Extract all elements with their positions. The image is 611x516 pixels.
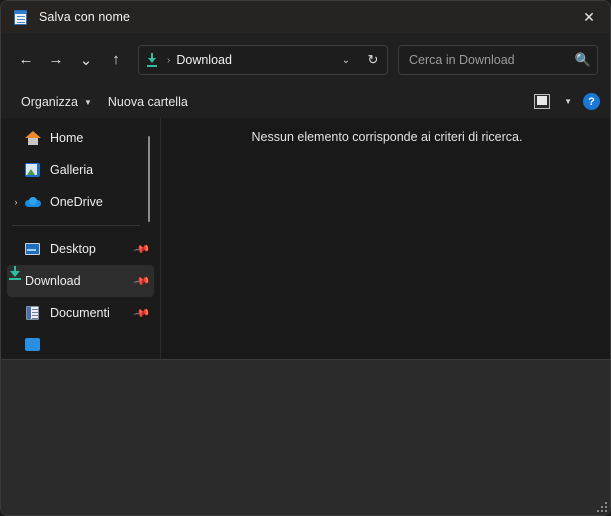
recent-locations-button[interactable]: ⌄ [71, 45, 101, 75]
sidebar-item-home[interactable]: Home [7, 122, 154, 154]
pin-icon[interactable]: 📌 [132, 271, 153, 291]
sidebar-item-desktop[interactable]: Desktop 📌 [7, 233, 154, 265]
new-folder-label: Nuova cartella [107, 95, 188, 109]
onedrive-icon [25, 194, 41, 210]
sidebar-scrollbar[interactable] [148, 136, 150, 222]
form-panel: Nome file: Nuovo Documento di testo.txt … [1, 359, 610, 515]
sidebar-item-label: Documenti [50, 306, 110, 320]
navigation-pane: Home Galleria › OneDrive Desktop 📌 Downl… [1, 118, 161, 359]
desktop-icon [25, 241, 41, 257]
home-icon [25, 130, 41, 146]
pin-icon[interactable]: 📌 [132, 239, 153, 259]
layout-view-icon[interactable] [534, 94, 550, 109]
breadcrumb-separator: › [167, 54, 171, 66]
chevron-right-icon[interactable]: › [7, 197, 25, 207]
sidebar-divider [12, 225, 140, 226]
chevron-down-icon[interactable]: ⌄ [333, 55, 359, 66]
breadcrumb-path[interactable]: Download [176, 53, 333, 67]
sidebar-item-documenti[interactable]: Documenti 📌 [7, 297, 154, 329]
empty-list-message: Nessun elemento corrisponde ai criteri d… [251, 130, 523, 144]
help-button[interactable]: ? [583, 93, 600, 110]
file-list-pane[interactable]: Nessun elemento corrisponde ai criteri d… [162, 118, 610, 359]
sidebar-item-partial[interactable] [7, 329, 154, 359]
title-bar: Salva con nome ✕ [1, 1, 610, 33]
chevron-down-icon: ▼ [83, 97, 92, 107]
back-button[interactable]: ← [11, 45, 41, 75]
forward-button[interactable]: → [41, 45, 71, 75]
documents-icon [25, 305, 41, 321]
resize-grip[interactable] [597, 502, 608, 513]
organize-button[interactable]: Organizza ▼ [13, 91, 100, 113]
address-bar[interactable]: › Download ⌄ ↻ [138, 45, 388, 75]
sidebar-item-download[interactable]: Download 📌 [7, 265, 154, 297]
sidebar-item-label: Download [25, 274, 81, 288]
download-folder-icon [147, 52, 163, 68]
window-title: Salva con nome [39, 10, 131, 24]
gallery-icon [25, 162, 41, 178]
download-icon [8, 266, 22, 280]
sidebar-item-label: Desktop [50, 242, 96, 256]
search-box[interactable]: Cerca in Download 🔍 [398, 45, 598, 75]
dialog-body: Home Galleria › OneDrive Desktop 📌 Downl… [1, 118, 610, 359]
command-bar: Organizza ▼ Nuova cartella ▼ ? [1, 86, 610, 118]
sidebar-item-label: Home [50, 131, 84, 145]
sidebar-item-onedrive[interactable]: › OneDrive [7, 186, 154, 218]
up-button[interactable]: ↑ [101, 45, 131, 75]
save-as-dialog: Salva con nome ✕ ← → ⌄ ↑ › Download ⌄ ↻ … [0, 0, 611, 516]
pictures-icon [25, 337, 41, 353]
sidebar-item-label: Galleria [50, 163, 94, 177]
close-icon[interactable]: ✕ [566, 1, 610, 33]
new-folder-button[interactable]: Nuova cartella [100, 91, 196, 113]
sidebar-item-galleria[interactable]: Galleria [7, 154, 154, 186]
organize-label: Organizza [21, 95, 78, 109]
search-icon[interactable]: 🔍 [569, 52, 597, 68]
notepad-icon [13, 9, 29, 25]
search-input[interactable]: Cerca in Download [409, 53, 569, 67]
sidebar-item-label: OneDrive [50, 195, 103, 209]
pin-icon[interactable]: 📌 [132, 303, 153, 323]
chevron-down-icon[interactable]: ▼ [564, 97, 572, 106]
refresh-icon[interactable]: ↻ [359, 52, 387, 68]
